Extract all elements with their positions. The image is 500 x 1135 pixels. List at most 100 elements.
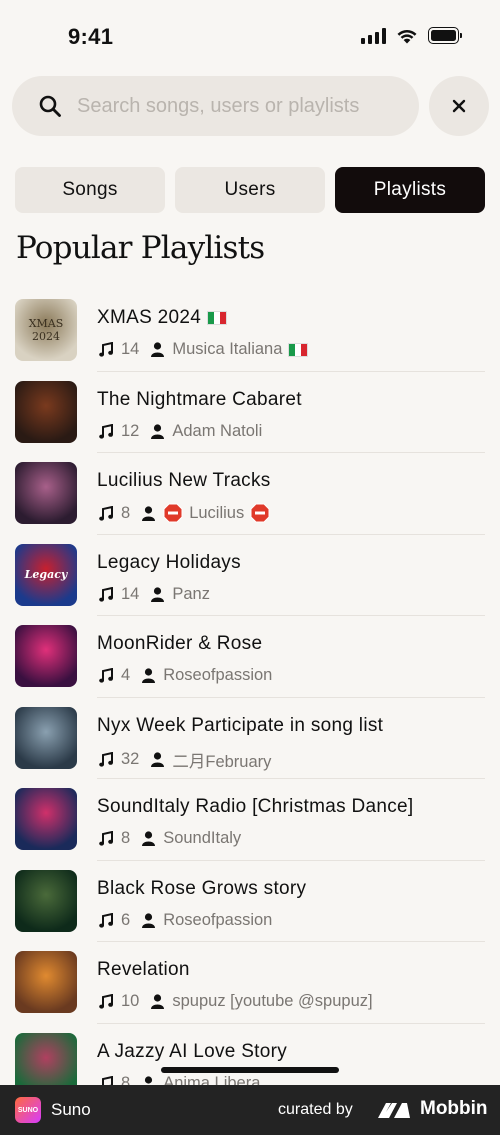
italy-flag-icon [288,342,309,357]
music-note-icon [99,341,113,357]
user-icon [142,912,156,928]
wifi-icon [397,29,417,43]
playlist-cover-image [15,951,77,1013]
playlist-item[interactable]: The Nightmare Cabaret 12 Adam Natoli [0,372,500,453]
playlist-meta: 10 spupuz [youtube @spupuz] [99,992,373,1011]
home-indicator [161,1067,339,1073]
playlist-list: XMAS 2024 XMAS 2024 14 Musica Italiana The N… [0,290,500,1105]
playlist-item[interactable]: Legacy Legacy Holidays 14 Panz [0,535,500,616]
playlist-item[interactable]: MoonRider & Rose 4 Roseofpassion [0,616,500,698]
playlist-cover-image [15,788,77,850]
playlist-title: Legacy Holidays [97,552,241,574]
song-count: 10 [121,992,140,1010]
status-bar: 9:41 [0,0,500,70]
owner-name: Lucilius [189,503,245,522]
stop-sign-icon [250,503,270,523]
status-time: 9:41 [68,24,114,49]
owner-name: Roseofpassion [163,910,273,929]
playlist-item[interactable]: Lucilius New Tracks 8 Lucilius [0,453,500,535]
playlist-cover-image [15,706,77,769]
filter-tabs: Songs Users Playlists [15,167,485,213]
search-input[interactable] [77,94,397,118]
playlist-cover-image [15,869,77,932]
song-count: 6 [121,910,131,929]
section-title: Popular Playlists [16,230,265,266]
user-icon [151,752,165,767]
music-note-icon [99,993,113,1009]
italy-flag-icon [207,311,228,325]
search-bar[interactable] [12,76,419,136]
playlist-meta: 8 SoundItaly [99,829,241,848]
song-count: 12 [121,421,140,440]
owner-name: Roseofpassion [163,666,273,684]
playlist-item[interactable]: XMAS 2024 XMAS 2024 14 Musica Italiana [0,290,500,372]
cover-label: XMAS 2024 [28,316,64,343]
playlist-meta: 32 二月February [99,748,271,772]
music-note-icon [99,830,113,846]
playlist-meta: 12 Adam Natoli [99,422,262,441]
song-count: 14 [121,340,140,358]
mobbin-brand: Mobbin [420,1098,488,1119]
playlist-title-text: SoundItaly Radio [Christmas Dance] [97,796,414,817]
music-note-icon [99,667,113,683]
playlist-cover-image [15,380,77,443]
playlist-title: SoundItaly Radio [Christmas Dance] [97,796,413,818]
tab-users[interactable]: Users [175,167,325,213]
cover-label: Legacy [24,567,68,581]
playlist-title-text: The Nightmare Cabaret [97,388,302,410]
user-icon [142,668,156,683]
status-icons [361,27,462,44]
tab-songs[interactable]: Songs [15,167,165,213]
app-name: Suno [51,1100,91,1119]
playlist-meta: 14 Panz [99,585,210,604]
stop-sign-icon [163,503,183,523]
battery-icon [428,27,462,44]
tab-playlists[interactable]: Playlists [335,167,485,213]
music-note-icon [99,586,113,602]
user-icon [151,423,165,439]
playlist-item[interactable]: Revelation 10 spupuz [youtube @spupuz] [0,942,500,1024]
playlist-title-text: Revelation [97,959,190,980]
playlist-title: Nyx Week Participate in song list [97,715,383,737]
user-icon [142,505,156,521]
playlist-meta: 14 Musica Italiana [99,340,309,359]
song-count: 14 [121,584,140,603]
search-icon [39,95,61,117]
playlist-item[interactable]: SoundItaly Radio [Christmas Dance] 8 Sound… [0,779,500,861]
playlist-cover-image [15,625,77,687]
playlist-title-text: Black Rose Grows story [97,877,307,899]
playlist-item[interactable]: Nyx Week Participate in song list 32 二月Feb… [0,698,500,779]
user-icon [151,342,165,357]
playlist-title: Black Rose Grows story [97,878,306,900]
playlist-title-text: Legacy Holidays [97,551,241,573]
playlist-title-text: XMAS 2024 [97,307,202,328]
music-note-icon [99,505,113,521]
music-note-icon [99,912,113,928]
playlist-title-text: Lucilius New Tracks [97,470,271,491]
song-count: 4 [121,666,131,684]
clear-search-button[interactable] [429,76,489,136]
playlist-item[interactable]: Black Rose Grows story 6 Roseofpassion [0,861,500,942]
music-note-icon [99,751,113,767]
close-icon [452,99,466,113]
playlist-meta: 8 Lucilius [99,503,270,523]
owner-name: Musica Italiana [172,340,283,358]
song-count: 8 [121,829,131,847]
playlist-title: The Nightmare Cabaret [97,389,302,411]
user-icon [151,586,165,602]
user-icon [142,831,156,846]
owner-name: 二月February [172,752,272,771]
user-icon [151,994,165,1009]
owner-name: spupuz [youtube @spupuz] [172,992,373,1010]
playlist-title: Lucilius New Tracks [97,470,271,492]
playlist-title: XMAS 2024 [97,307,228,329]
playlist-cover-image: XMAS 2024 [15,299,77,361]
playlist-meta: 6 Roseofpassion [99,911,272,930]
owner-name: Panz [172,584,210,603]
playlist-cover-image: Legacy [15,543,77,606]
playlist-title: Revelation [97,959,190,981]
playlist-title-text: MoonRider & Rose [97,633,263,654]
playlist-meta: 4 Roseofpassion [99,666,272,685]
playlist-cover-image [15,462,77,524]
owner-name: SoundItaly [163,829,242,847]
